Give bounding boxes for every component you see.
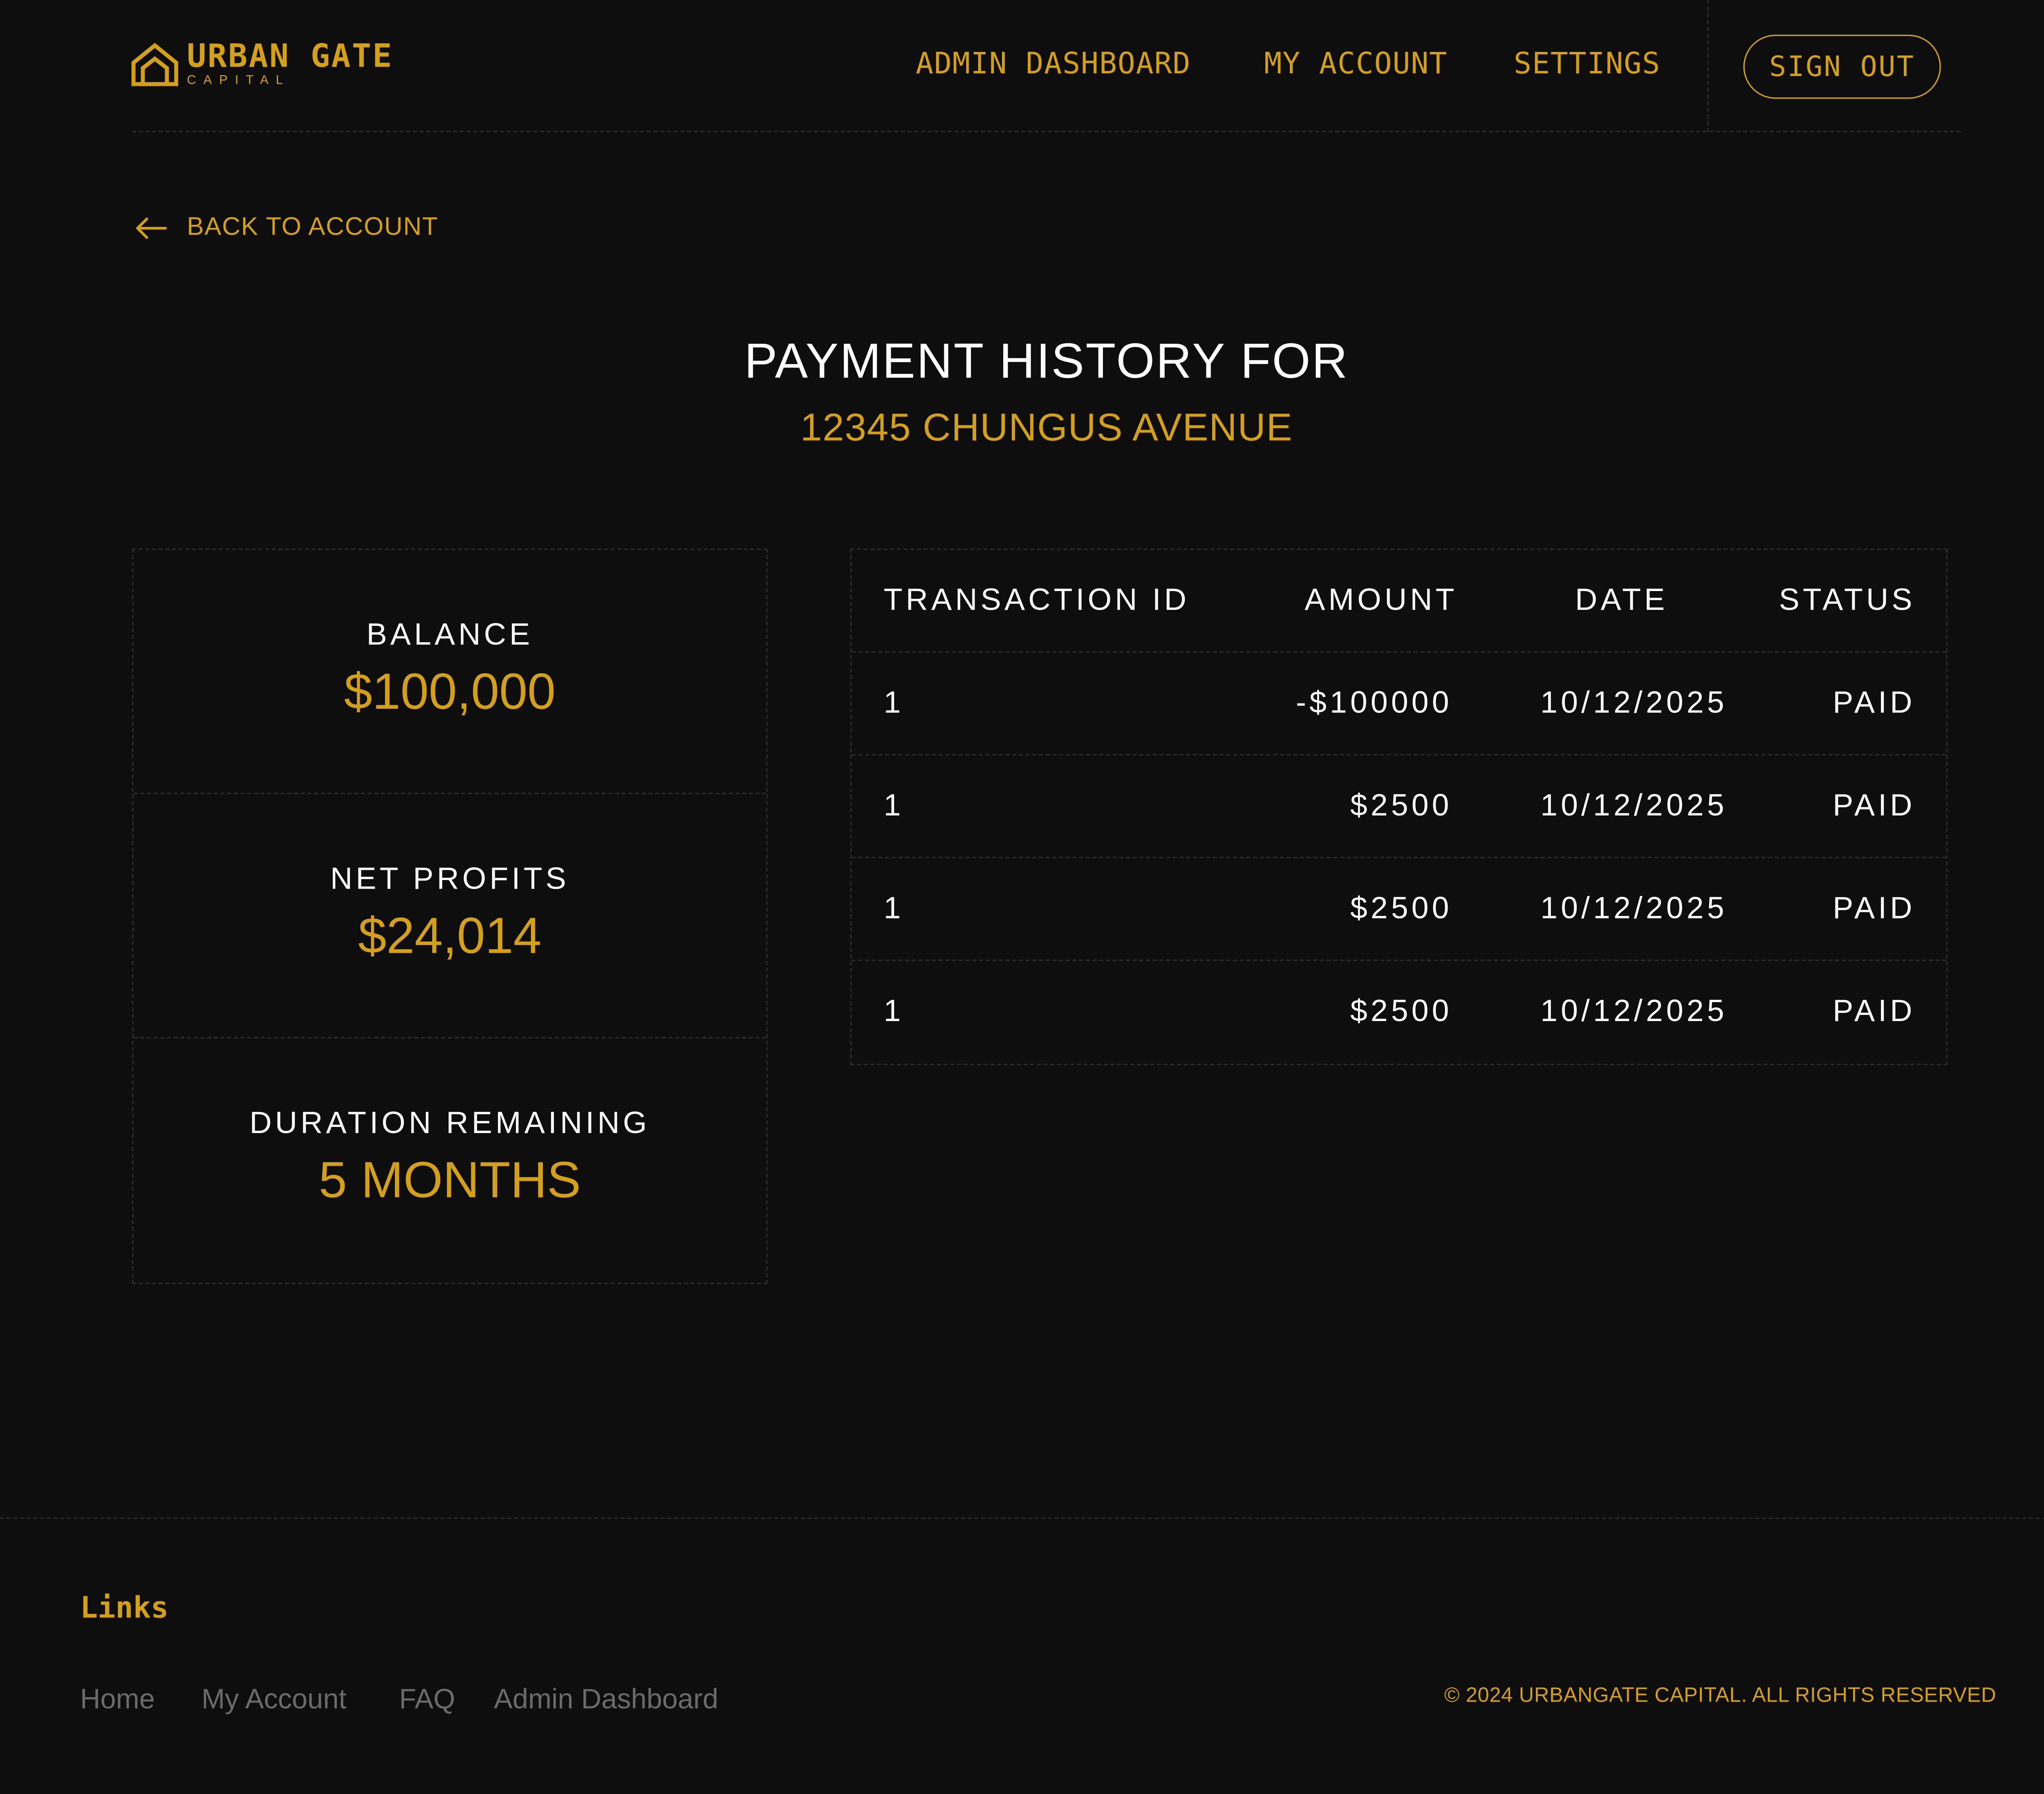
footer-link-home[interactable]: Home	[80, 1684, 155, 1716]
stats-panel: BALANCE $100,000 NET PROFITS $24,014 DUR…	[132, 549, 768, 1284]
cell-amount: -$100000	[1295, 685, 1452, 719]
nav-my-account[interactable]: MY ACCOUNT	[1264, 48, 1448, 82]
brand-name: URBAN GATE	[187, 37, 393, 75]
back-label: BACK TO ACCOUNT	[187, 213, 439, 242]
brand-logo[interactable]: URBAN GATE CAPITAL	[131, 40, 393, 87]
page-title: PAYMENT HISTORY FOR	[744, 334, 1349, 389]
cell-amount: $2500	[1350, 993, 1452, 1028]
page: URBAN GATE CAPITAL ADMIN DASHBOARD MY AC…	[0, 0, 2044, 1794]
copyright-text: © 2024 URBANGATE CAPITAL. ALL RIGHTS RES…	[1444, 1684, 1997, 1707]
cell-amount: $2500	[1350, 787, 1452, 822]
footer-link-my-account[interactable]: My Account	[202, 1684, 346, 1716]
cell-date: 10/12/2025	[1540, 787, 1728, 822]
cell-amount: $2500	[1350, 890, 1452, 925]
header-transaction-id: TRANSACTION ID	[883, 582, 1190, 617]
table-row: 1 $2500 10/12/2025 PAID	[852, 755, 1946, 858]
stat-net-profits: NET PROFITS $24,014	[133, 794, 766, 1039]
property-address: 12345 CHUNGUS AVENUE	[800, 407, 1293, 450]
cell-status: PAID	[1833, 993, 1916, 1028]
table-row: 1 -$100000 10/12/2025 PAID	[852, 653, 1946, 756]
cell-status: PAID	[1833, 890, 1916, 925]
cell-date: 10/12/2025	[1540, 993, 1728, 1028]
back-to-account-link[interactable]: BACK TO ACCOUNT	[134, 213, 439, 243]
cell-transaction-id: 1	[883, 890, 904, 925]
stat-value: $24,014	[358, 909, 542, 965]
header-divider	[132, 130, 1961, 132]
header-status: STATUS	[1779, 582, 1916, 617]
table-row: 1 $2500 10/12/2025 PAID	[852, 858, 1946, 961]
arrow-left-icon	[136, 217, 167, 239]
cell-status: PAID	[1833, 685, 1916, 719]
stat-duration-remaining: DURATION REMAINING 5 MONTHS	[134, 1038, 766, 1283]
house-icon	[131, 42, 178, 86]
cell-date: 10/12/2025	[1540, 685, 1728, 719]
stat-label: DURATION REMAINING	[249, 1105, 650, 1140]
table-header: TRANSACTION ID AMOUNT DATE STATUS	[852, 550, 1946, 653]
stat-value: $100,000	[344, 665, 556, 721]
stat-value: 5 MONTHS	[318, 1153, 581, 1209]
cell-transaction-id: 1	[883, 993, 904, 1028]
cell-transaction-id: 1	[883, 685, 904, 719]
cell-transaction-id: 1	[883, 787, 904, 822]
sign-out-button[interactable]: SIGN OUT	[1743, 34, 1941, 99]
transactions-table: TRANSACTION ID AMOUNT DATE STATUS 1 -$10…	[850, 549, 1948, 1065]
footer-divider	[0, 1517, 2044, 1519]
cell-date: 10/12/2025	[1540, 890, 1728, 925]
header-date: DATE	[1575, 582, 1668, 617]
header-amount: AMOUNT	[1304, 582, 1458, 617]
nav-settings[interactable]: SETTINGS	[1514, 48, 1661, 82]
footer-links-title: Links	[80, 1592, 169, 1626]
brand-subtitle: CAPITAL	[187, 73, 290, 88]
nav-admin-dashboard[interactable]: ADMIN DASHBOARD	[916, 48, 1191, 82]
stat-label: NET PROFITS	[330, 861, 569, 896]
stat-label: BALANCE	[366, 616, 533, 652]
footer-link-faq[interactable]: FAQ	[399, 1684, 455, 1716]
cell-status: PAID	[1833, 787, 1916, 822]
table-row: 1 $2500 10/12/2025 PAID	[852, 961, 1946, 1064]
footer-link-admin-dashboard[interactable]: Admin Dashboard	[494, 1684, 718, 1716]
nav-divider	[1707, 0, 1709, 132]
stat-balance: BALANCE $100,000	[133, 550, 766, 794]
